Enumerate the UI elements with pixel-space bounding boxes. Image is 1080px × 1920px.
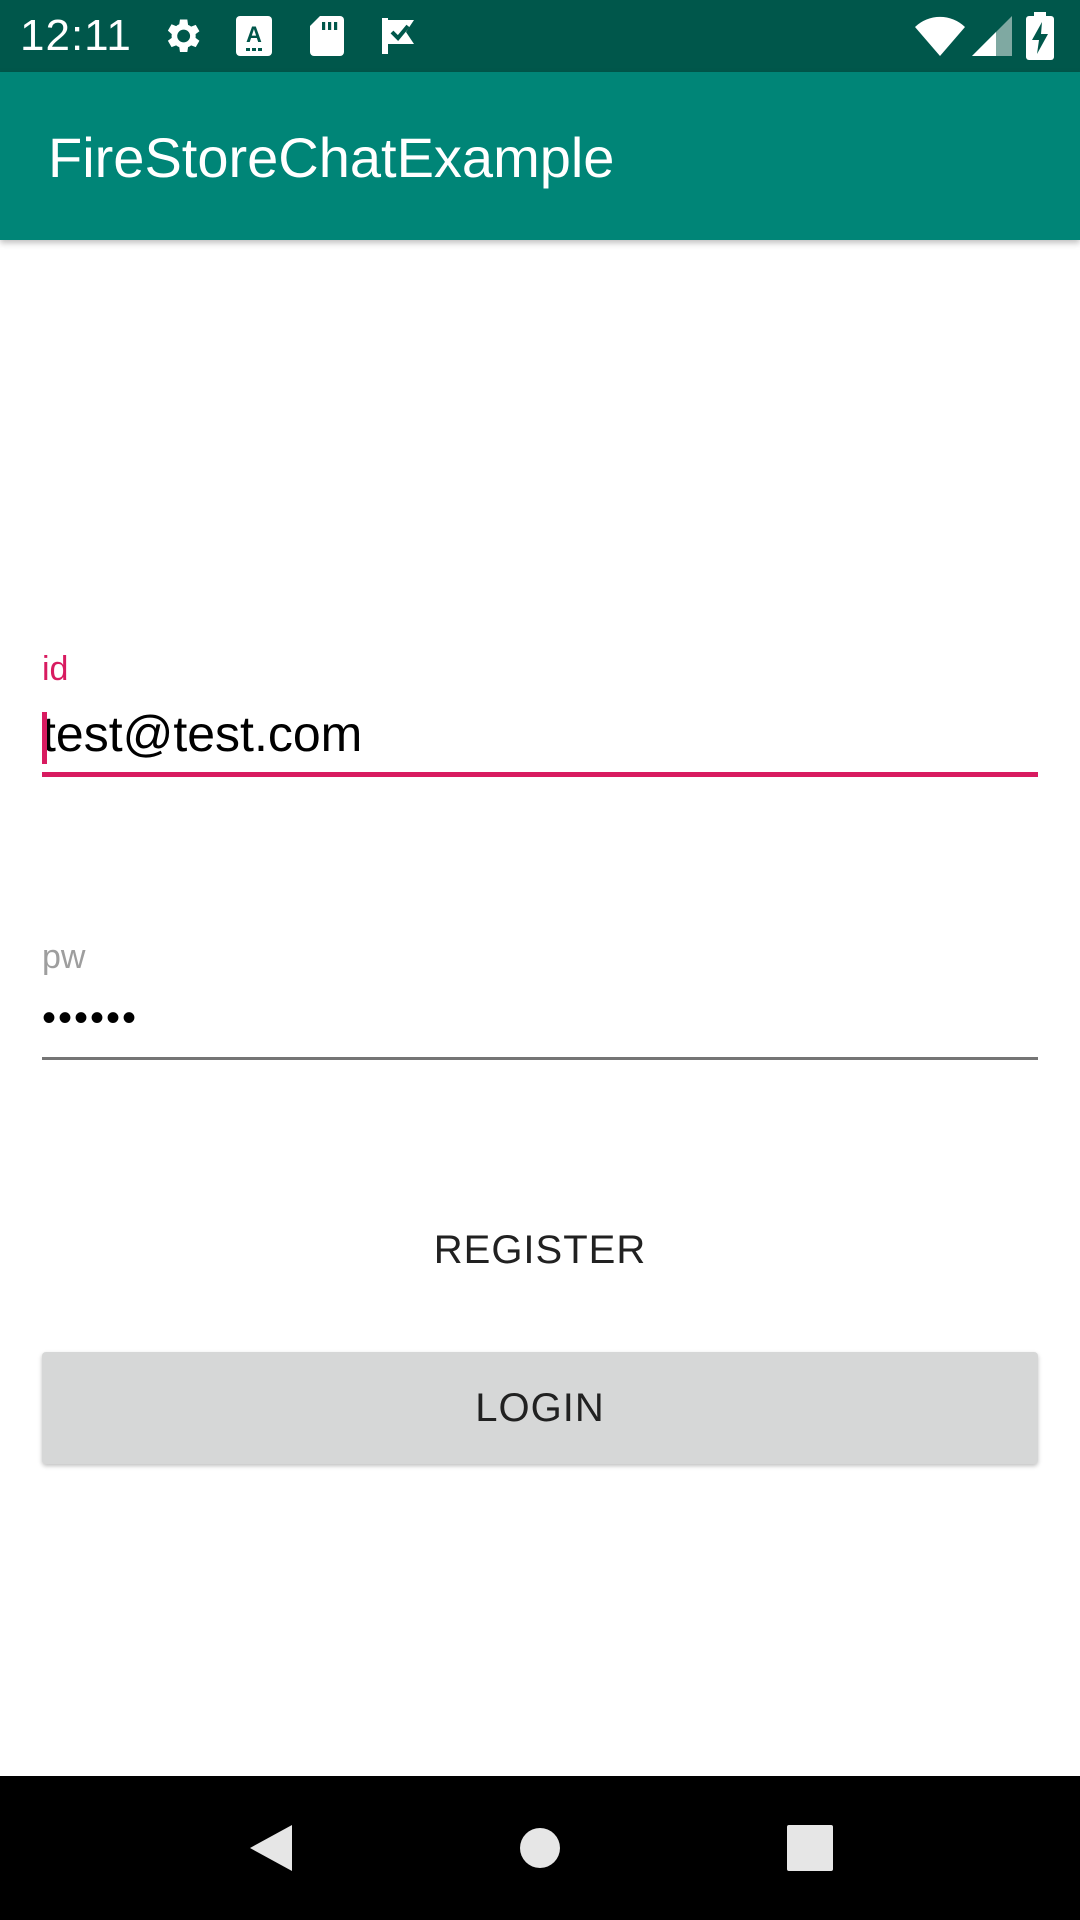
pw-label: pw [42, 938, 86, 976]
wifi-icon [912, 12, 968, 60]
sd-card-icon [302, 12, 350, 60]
status-time: 12:11 [20, 11, 132, 60]
back-icon[interactable] [234, 1812, 306, 1884]
login-button[interactable]: LOGIN [42, 1352, 1038, 1464]
signal-icon [970, 12, 1014, 60]
id-underline [42, 772, 1038, 777]
pw-input[interactable] [42, 990, 1038, 1046]
check-flag-icon [374, 12, 422, 60]
settings-icon [158, 12, 206, 60]
status-bar: 12:11 A [0, 0, 1080, 72]
text-cursor [42, 712, 47, 764]
home-icon[interactable] [504, 1812, 576, 1884]
svg-text:A: A [246, 22, 262, 47]
app-bar: FireStoreChatExample [0, 72, 1080, 240]
id-input[interactable] [42, 700, 1038, 768]
recents-icon[interactable] [774, 1812, 846, 1884]
a-keyboard-icon: A [230, 12, 278, 60]
register-button[interactable]: REGISTER [42, 1218, 1038, 1282]
pw-underline [42, 1057, 1038, 1060]
id-label: id [42, 650, 69, 688]
battery-charging-icon [1018, 12, 1062, 60]
app-title: FireStoreChatExample [48, 126, 615, 189]
nav-bar [0, 1776, 1080, 1920]
